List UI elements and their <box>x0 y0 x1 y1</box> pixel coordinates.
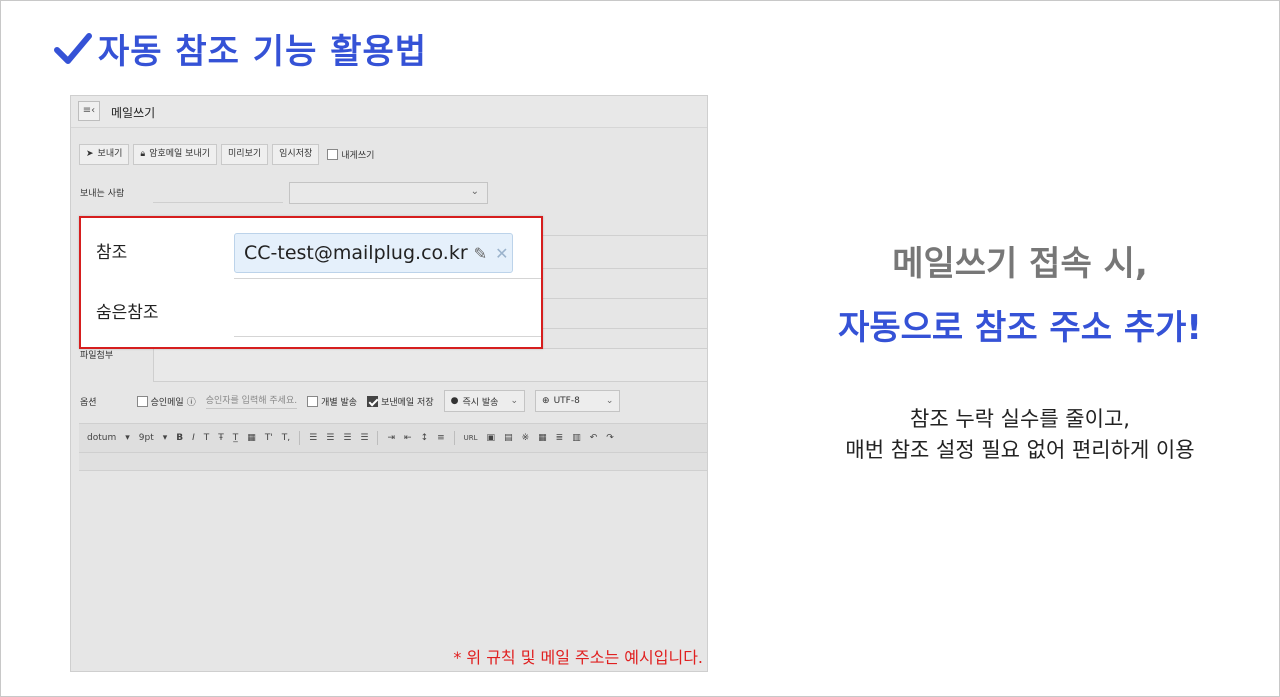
options-row: 옵션 승인메일 ⓘ 승인자를 입력해 주세요. 개별 발송 보낸메일 저장 ● … <box>80 390 630 412</box>
send-button[interactable]: ➤ 보내기 <box>79 144 130 165</box>
compose-topbar: ≡‹ 메일쓰기 <box>71 96 707 128</box>
sender-field[interactable] <box>153 202 283 203</box>
info-icon: ⓘ <box>186 397 196 408</box>
approval-mail-option[interactable]: 승인메일 ⓘ <box>136 395 196 408</box>
globe-icon: ⊕ <box>542 396 550 406</box>
headline-2: 자동으로 참조 주소 추가! <box>838 308 1202 348</box>
approval-mail-label: 승인메일 <box>150 397 184 408</box>
underline-tool[interactable]: T̲ <box>233 433 239 443</box>
align-justify-icon[interactable]: ☰ <box>360 433 368 443</box>
cc-label: 참조 <box>96 243 128 263</box>
align-left-icon[interactable]: ☰ <box>309 433 317 443</box>
align-right-icon[interactable]: ☰ <box>343 433 351 443</box>
compose-toolbar: ➤ 보내기 🔒︎ 암호메일 보내기 미리보기 임시저장 내게쓰기 <box>79 144 374 165</box>
send-timing-value: 즉시 발송 <box>462 397 499 408</box>
pencil-icon[interactable]: ✎ <box>474 244 487 263</box>
subscript-tool[interactable]: T, <box>282 433 290 443</box>
media-icon[interactable]: ▤ <box>504 433 513 443</box>
chevron-down-icon: ⌄ <box>510 396 519 406</box>
cc-highlight-popup: 참조 CC-test@mailplug.co.kr ✎ ✕ 숨은참조 <box>79 216 543 349</box>
slide-title: 자동 참조 기능 활용법 <box>98 32 428 72</box>
sender-select[interactable]: ⌄ <box>289 182 488 204</box>
special-char-icon[interactable]: ※ <box>522 433 530 443</box>
bold-tool[interactable]: B <box>176 433 183 443</box>
editor-toolbar: dotum ▾ 9pt ▾ B I T Ŧ T̲ ▦ T' T, ☰ ☰ ☰ ☰… <box>79 423 707 453</box>
outdent-icon[interactable]: ⇤ <box>404 433 412 443</box>
encrypted-send-label: 암호메일 보내기 <box>149 149 211 159</box>
attach-label: 파일첨부 <box>80 351 114 361</box>
divider <box>453 431 455 445</box>
chevron-down-icon: ⌄ <box>605 396 614 406</box>
save-sent-label: 보낸메일 저장 <box>381 397 434 408</box>
cc-address: CC-test@mailplug.co.kr <box>244 242 468 264</box>
encoding-select[interactable]: ⊕ UTF-8 ⌄ <box>535 390 621 412</box>
redo-icon[interactable]: ↷ <box>606 433 614 443</box>
mail-compose-screenshot: ≡‹ 메일쓰기 ➤ 보내기 🔒︎ 암호메일 보내기 미리보기 임시저장 내게쓰기… <box>70 95 708 672</box>
headline-1: 메일쓰기 접속 시, <box>892 244 1148 284</box>
description: 참조 누락 실수를 줄이고, 매번 참조 설정 필요 없어 편리하게 이용 <box>780 404 1260 466</box>
attach-dropzone[interactable] <box>153 348 707 382</box>
hr-icon[interactable]: ≣ <box>556 433 564 443</box>
approver-input[interactable]: 승인자를 입력해 주세요. <box>205 393 298 409</box>
individual-send-checkbox[interactable] <box>307 395 319 407</box>
encoding-value: UTF-8 <box>553 396 580 406</box>
template-icon[interactable]: ▥ <box>572 433 581 443</box>
encrypted-send-button[interactable]: 🔒︎ 암호메일 보내기 <box>133 144 218 165</box>
write-to-me-option[interactable]: 내게쓰기 <box>327 148 374 161</box>
cc-address-tag[interactable]: CC-test@mailplug.co.kr ✎ ✕ <box>234 233 513 273</box>
menu-toggle-icon[interactable]: ≡‹ <box>78 101 100 121</box>
font-size-select[interactable]: 9pt <box>139 433 154 443</box>
align-center-icon[interactable]: ☰ <box>326 433 334 443</box>
line-height-icon[interactable]: ↕ <box>421 433 429 443</box>
save-sent-option[interactable]: 보낸메일 저장 <box>367 395 434 408</box>
approval-mail-checkbox[interactable] <box>136 395 148 407</box>
caret-down-icon: ▾ <box>162 433 168 443</box>
indent-icon[interactable]: ⇥ <box>387 433 395 443</box>
cc-field-line[interactable] <box>234 278 541 279</box>
editor-ruler <box>79 453 707 471</box>
disclaimer-note: * 위 규칙 및 메일 주소는 예시입니다. <box>453 648 703 667</box>
highlight-tool[interactable]: ▦ <box>247 433 256 443</box>
write-to-me-label: 내게쓰기 <box>341 151 375 161</box>
description-line-1: 참조 누락 실수를 줄이고, <box>910 407 1130 431</box>
italic-tool[interactable]: I <box>192 433 195 443</box>
preview-button[interactable]: 미리보기 <box>221 144 269 165</box>
checkmark-icon <box>54 32 92 64</box>
description-line-2: 매번 참조 설정 필요 없어 편리하게 이용 <box>845 438 1195 462</box>
divider <box>377 431 379 445</box>
write-to-me-checkbox[interactable] <box>327 149 339 160</box>
send-timing-select[interactable]: ● 즉시 발송 ⌄ <box>443 390 526 412</box>
divider <box>299 431 301 445</box>
individual-send-label: 개별 발송 <box>321 397 358 408</box>
individual-send-option[interactable]: 개별 발송 <box>307 395 357 408</box>
send-arrow-icon: ➤ <box>86 149 94 159</box>
link-tool[interactable]: URL <box>464 434 478 442</box>
options-label: 옵션 <box>80 397 97 408</box>
lock-icon: 🔒︎ <box>140 149 146 159</box>
send-label: 보내기 <box>97 149 123 159</box>
bcc-label: 숨은참조 <box>96 303 159 323</box>
clock-icon: ● <box>450 396 459 406</box>
text-style-tool[interactable]: T <box>204 433 210 443</box>
chevron-down-icon: ⌄ <box>470 186 479 197</box>
sender-label: 보내는 사람 <box>80 189 125 199</box>
save-sent-checkbox[interactable] <box>367 395 379 407</box>
close-icon[interactable]: ✕ <box>495 244 508 263</box>
caret-down-icon: ▾ <box>125 433 130 443</box>
save-draft-button[interactable]: 임시저장 <box>272 144 320 165</box>
superscript-tool[interactable]: T' <box>265 433 273 443</box>
compose-title: 메일쓰기 <box>111 106 156 120</box>
undo-icon[interactable]: ↶ <box>590 433 598 443</box>
slide-heading: 자동 참조 기능 활용법 <box>54 24 427 73</box>
strike-tool[interactable]: Ŧ <box>218 433 224 443</box>
list-icon[interactable]: ≡ <box>437 433 445 443</box>
table-icon[interactable]: ▦ <box>538 433 547 443</box>
font-family-select[interactable]: dotum <box>87 433 116 443</box>
image-icon[interactable]: ▣ <box>487 433 496 443</box>
bcc-field-line[interactable] <box>234 336 541 337</box>
